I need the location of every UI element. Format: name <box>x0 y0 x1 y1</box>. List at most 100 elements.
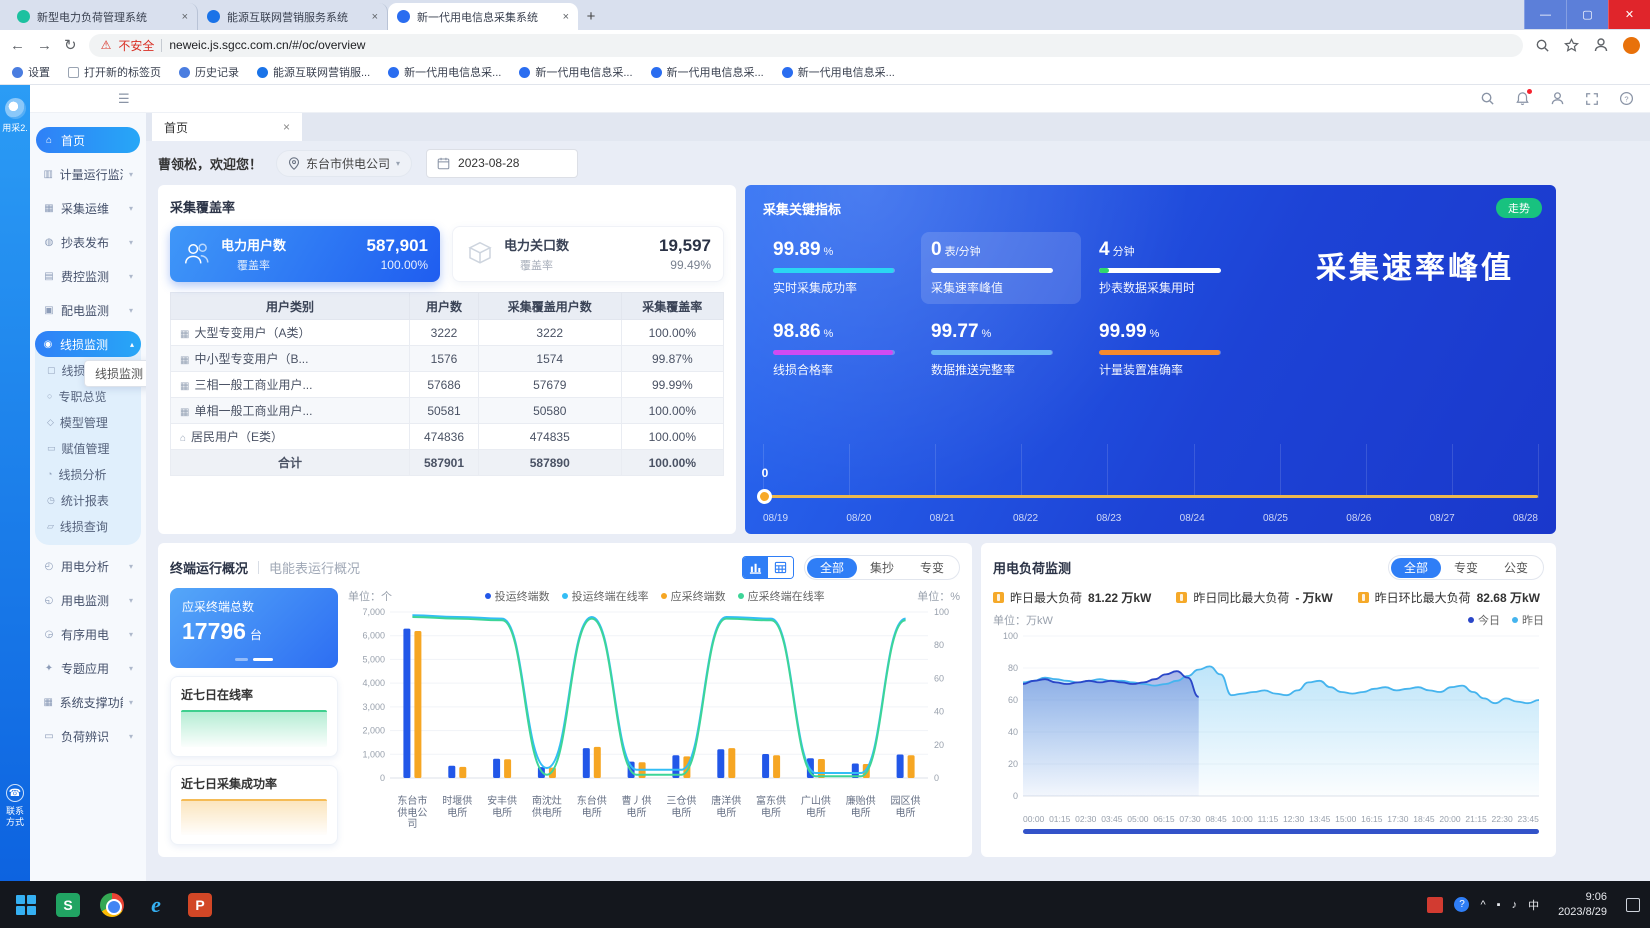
table-view-button[interactable] <box>768 557 793 578</box>
window-maximize-button[interactable]: ▢ <box>1566 0 1608 29</box>
clock-time: 9:06 <box>1558 890 1607 905</box>
forward-icon[interactable]: → <box>37 38 52 53</box>
sidebar-subitem-stat-report[interactable]: ◷统计报表 <box>35 487 141 513</box>
bookmark-item-8[interactable]: 新一代用电信息采... <box>782 64 895 80</box>
tab-meter-overview[interactable]: 电能表运行概况 <box>269 558 360 577</box>
terminal-pill-3[interactable]: 专变 <box>907 558 957 578</box>
legend-label: 昨日 <box>1522 612 1544 628</box>
sidebar-item-orderly-power[interactable]: ◶有序用电▾ <box>36 621 140 647</box>
bookmark-item-3[interactable]: 历史记录 <box>179 64 239 80</box>
time-range-slider[interactable] <box>1023 829 1539 834</box>
terminal-pill-2[interactable]: 集抄 <box>857 558 907 578</box>
reload-icon[interactable]: ↻ <box>64 38 77 53</box>
chevron-down-icon: ▾ <box>129 596 133 605</box>
power-users-card[interactable]: 电力用户数 覆盖率 587,901 100.00% <box>170 226 440 282</box>
terminal-pill-1[interactable]: 全部 <box>807 558 857 578</box>
timeline-handle[interactable] <box>757 489 772 504</box>
x-axis-label: 南沈灶供电所 <box>524 796 569 831</box>
carousel-dots[interactable] <box>170 658 338 661</box>
new-tab-button[interactable]: + <box>578 3 604 29</box>
tab-terminal-overview[interactable]: 终端运行概况 <box>170 558 248 577</box>
user-icon[interactable] <box>1593 37 1609 53</box>
timeline-slider[interactable]: 0 08/1908/2008/2108/2208/2308/2408/2508/… <box>763 444 1538 524</box>
taskbar-app-wps[interactable]: S <box>51 888 85 922</box>
tray-expand-icon[interactable]: ^ <box>1480 899 1485 911</box>
bookmark-item-1[interactable]: 设置 <box>12 64 50 80</box>
sidebar-item-meter-reading[interactable]: ◍抄表发布▾ <box>36 229 140 255</box>
org-select[interactable]: 东台市供电公司 ▾ <box>276 150 412 177</box>
taskbar-app-chrome[interactable] <box>95 888 129 922</box>
sidebar-subitem-loss-query[interactable]: ▱线损查询 <box>35 513 141 539</box>
sidebar-item-distribution-monitor[interactable]: ▣配电监测▾ <box>36 297 140 323</box>
taskbar-app-powerpoint[interactable]: P <box>183 888 217 922</box>
sidebar-item-metering-monitor[interactable]: ▥计量运行监测▾ <box>36 161 140 187</box>
tab-close-icon[interactable]: × <box>563 11 569 23</box>
bookmark-item-4[interactable]: 能源互联网营销服... <box>257 64 370 80</box>
trend-button[interactable]: 走势 <box>1496 198 1542 218</box>
profile-avatar[interactable] <box>1623 37 1640 54</box>
bell-icon[interactable] <box>1515 91 1530 106</box>
x-axis-label: 11:15 <box>1258 814 1279 824</box>
sidebar-item-fee-control[interactable]: ▤费控监测▾ <box>36 263 140 289</box>
window-close-button[interactable]: ✕ <box>1608 0 1650 29</box>
collect-success-card[interactable]: 近七日采集成功率 <box>170 765 338 846</box>
sidebar-item-home[interactable]: ⌂首页 <box>36 127 140 153</box>
bookmark-item-5[interactable]: 新一代用电信息采... <box>388 64 501 80</box>
browser-tab-1[interactable]: 新型电力负荷管理系统× <box>8 3 198 30</box>
page-tab-home[interactable]: 首页 × <box>152 113 302 141</box>
account-icon[interactable] <box>1550 91 1565 106</box>
sidebar-subitem-model-mgmt[interactable]: ◇模型管理 <box>35 409 141 435</box>
chart-view-button[interactable] <box>743 557 768 578</box>
close-icon[interactable]: × <box>283 120 290 134</box>
sidebar-item-load-identification[interactable]: ▭负荷辨识▾ <box>36 723 140 749</box>
tab-close-icon[interactable]: × <box>372 11 378 23</box>
fullscreen-icon[interactable] <box>1585 92 1599 106</box>
browser-tab-3[interactable]: 新一代用电信息采集系统× <box>388 3 578 30</box>
sidebar-item-collection-ops[interactable]: ▦采集运维▾ <box>36 195 140 221</box>
online-rate-card[interactable]: 近七日在线率 <box>170 676 338 757</box>
collapse-sidebar-icon[interactable]: ☰ <box>118 91 130 107</box>
chevron-down-icon: ▾ <box>129 698 133 707</box>
search-icon[interactable] <box>1480 91 1495 106</box>
sidebar-item-system-support[interactable]: ▦系统支撑功能▾ <box>36 689 140 715</box>
sidebar-item-label: 用电监测 <box>61 592 109 609</box>
star-icon[interactable] <box>1564 38 1579 53</box>
x-axis-label: 安丰供电所 <box>480 796 525 831</box>
tab-close-icon[interactable]: × <box>182 11 188 23</box>
sidebar-item-power-analysis[interactable]: ◴用电分析▾ <box>36 553 140 579</box>
tray-misc-icon[interactable]: ▪ <box>1497 899 1501 911</box>
zoom-icon[interactable] <box>1535 38 1550 53</box>
sidebar-subitem-value-mgmt[interactable]: ▭赋值管理 <box>35 435 141 461</box>
contact-button[interactable]: ☎ 联系方式 <box>0 784 30 829</box>
bookmark-item-2[interactable]: 打开新的标签页 <box>68 64 161 80</box>
help-icon[interactable]: ? <box>1619 91 1634 106</box>
metric-2[interactable]: 0表/分钟采集速率峰值 <box>921 232 1081 304</box>
sidebar-subitem-loss-analysis[interactable]: ◔线损分析 <box>35 461 141 487</box>
sidebar-item-line-loss[interactable]: ◉线损监测▴ <box>35 331 141 357</box>
terminal-total-card[interactable]: 应采终端总数 17796台 <box>170 588 338 668</box>
browser-tab-2[interactable]: 能源互联网营销服务系统× <box>198 3 388 30</box>
window-minimize-button[interactable]: — <box>1524 0 1566 29</box>
tray-app-icon[interactable] <box>1427 897 1443 913</box>
taskbar-clock[interactable]: 9:06 2023/8/29 <box>1558 890 1607 920</box>
back-icon[interactable]: ← <box>10 38 25 53</box>
tray-volume-icon[interactable]: ♪ <box>1512 899 1518 911</box>
tray-ime-icon[interactable]: 中 <box>1528 897 1539 913</box>
sidebar-item-power-monitor[interactable]: ◵用电监测▾ <box>36 587 140 613</box>
date-picker[interactable]: 2023-08-28 <box>426 149 578 178</box>
sidebar-item-special-apps[interactable]: ✦专题应用▾ <box>36 655 140 681</box>
taskbar-app-ie[interactable]: e <box>139 888 173 922</box>
x-axis-label: 22:30 <box>1491 814 1512 824</box>
load-pill-2[interactable]: 专变 <box>1441 558 1491 578</box>
power-gateways-card[interactable]: 电力关口数 覆盖率 19,597 99.49% <box>452 226 724 282</box>
tray-help-icon[interactable]: ? <box>1454 897 1469 912</box>
bookmark-item-7[interactable]: 新一代用电信息采... <box>651 64 764 80</box>
panel-title: 采集覆盖率 <box>170 197 724 216</box>
load-pill-3[interactable]: 公变 <box>1491 558 1541 578</box>
url-box[interactable]: ⚠ 不安全 neweic.js.sgcc.com.cn/#/oc/overvie… <box>89 34 1523 57</box>
start-button[interactable] <box>6 885 46 925</box>
x-axis-label: 时堰供电所 <box>435 796 480 831</box>
load-pill-1[interactable]: 全部 <box>1391 558 1441 578</box>
action-center-icon[interactable] <box>1626 898 1640 912</box>
bookmark-item-6[interactable]: 新一代用电信息采... <box>519 64 632 80</box>
